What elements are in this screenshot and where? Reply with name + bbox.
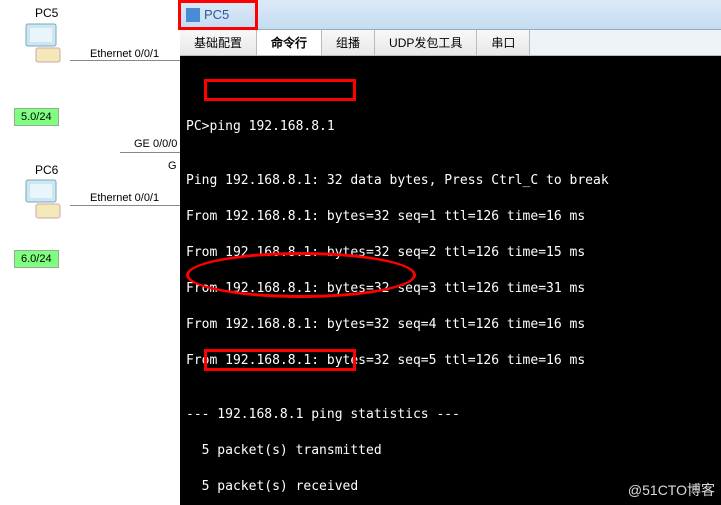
tab-bar: 基础配置 命令行 组播 UDP发包工具 串口: [180, 30, 721, 56]
terminal-line: 5 packet(s) transmitted: [186, 442, 715, 460]
pc5-icon[interactable]: [20, 22, 70, 67]
app-icon: [186, 8, 200, 22]
pc6-label: PC6: [35, 163, 58, 177]
tab-multicast[interactable]: 组播: [322, 30, 375, 55]
terminal-line: Ping 192.168.8.1: 32 data bytes, Press C…: [186, 172, 715, 190]
pc5-label: PC5: [35, 6, 58, 20]
terminal-line: From 192.168.8.1: bytes=32 seq=1 ttl=126…: [186, 208, 715, 226]
terminal-output[interactable]: PC>ping 192.168.8.1 Ping 192.168.8.1: 32…: [180, 56, 721, 505]
link-ge0: [120, 152, 180, 153]
watermark: @51CTO博客: [628, 481, 715, 499]
tab-cmdline[interactable]: 命令行: [257, 30, 322, 55]
tab-serial[interactable]: 串口: [477, 30, 530, 55]
pc5-eth-label: Ethernet 0/0/1: [90, 48, 159, 60]
link-pc5: [70, 60, 180, 61]
terminal-line: From 192.168.8.1: bytes=32 seq=4 ttl=126…: [186, 316, 715, 334]
pc6-eth-label: Ethernet 0/0/1: [90, 192, 159, 204]
tab-basic[interactable]: 基础配置: [180, 30, 257, 55]
ge0-label: GE 0/0/0: [134, 138, 177, 150]
pc6-subnet-badge: 6.0/24: [14, 250, 59, 268]
terminal-line: From 192.168.8.1: bytes=32 seq=2 ttl=126…: [186, 244, 715, 262]
pc5-subnet-badge: 5.0/24: [14, 108, 59, 126]
ge1-label: G: [168, 160, 177, 172]
link-pc6: [70, 205, 180, 206]
pc6-icon[interactable]: [20, 178, 70, 223]
tab-udp-tool[interactable]: UDP发包工具: [375, 30, 477, 55]
terminal-line: From 192.168.8.1: bytes=32 seq=5 ttl=126…: [186, 352, 715, 370]
terminal-line: From 192.168.8.1: bytes=32 seq=3 ttl=126…: [186, 280, 715, 298]
topology-canvas[interactable]: PC5 Ethernet 0/0/1 5.0/24 GE 0/0/0 PC6 E…: [0, 0, 180, 505]
terminal-line: --- 192.168.8.1 ping statistics ---: [186, 406, 715, 424]
terminal-line: PC>ping 192.168.8.1: [186, 118, 715, 136]
window-title-bar[interactable]: PC5: [180, 0, 721, 30]
window-title: PC5: [186, 7, 229, 22]
pc5-terminal-window: PC5 基础配置 命令行 组播 UDP发包工具 串口 PC>ping 192.1…: [180, 0, 721, 505]
terminal-line: [186, 82, 715, 100]
